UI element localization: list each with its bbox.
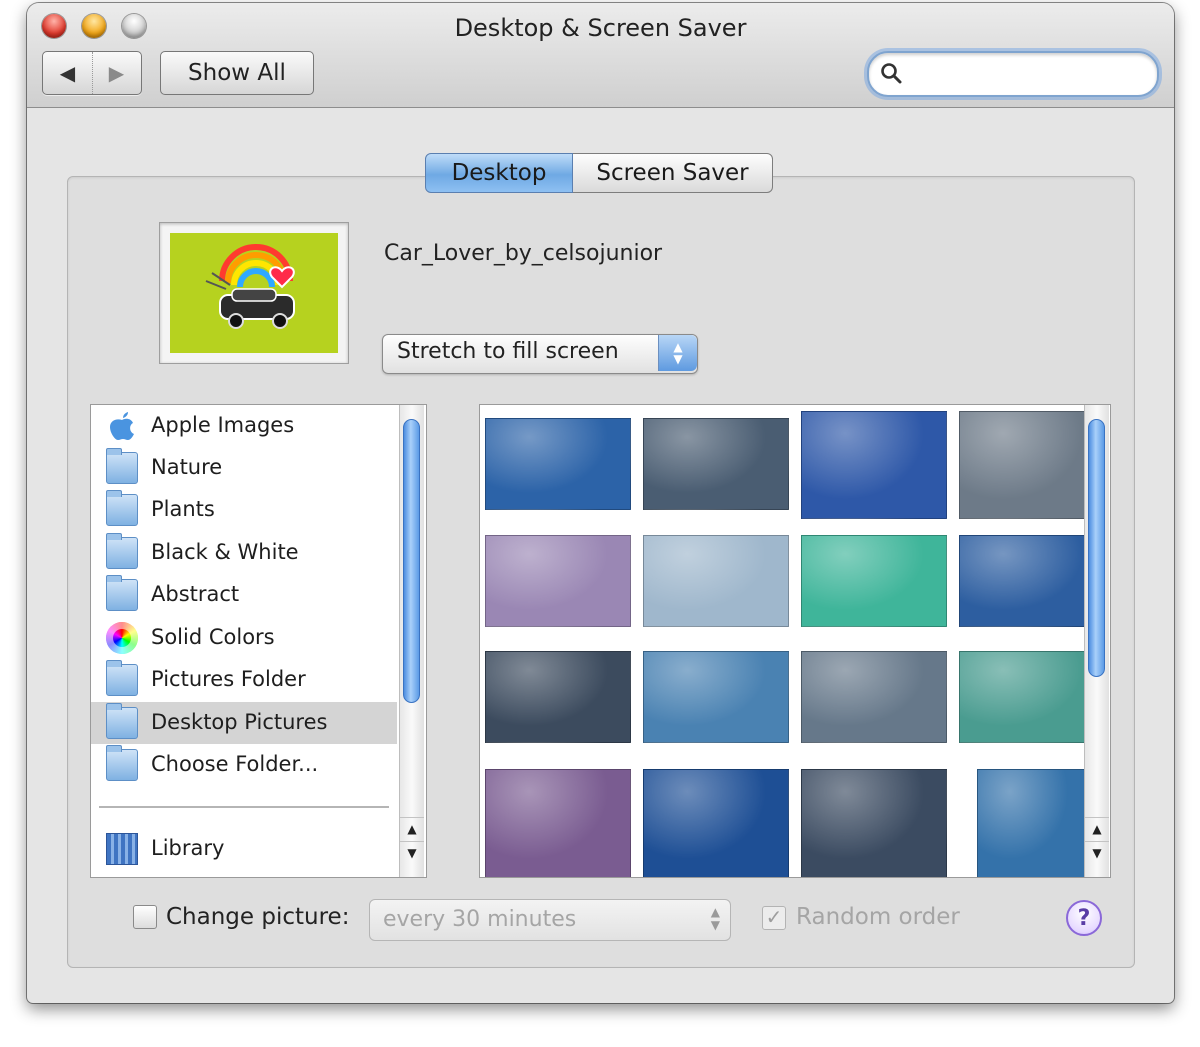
scroll-up-arrow-icon[interactable]: ▲ [400, 817, 424, 840]
source-item-black-white[interactable]: Black & White [91, 532, 397, 574]
window-title: Desktop & Screen Saver [454, 14, 747, 42]
source-item-choose-folder[interactable]: Choose Folder... [91, 744, 397, 786]
source-item-desktop-pictures[interactable]: Desktop Pictures [91, 702, 397, 744]
change-interval-popup[interactable]: every 30 minutes ▲ ▼ [369, 899, 731, 941]
wallpaper-thumbnail[interactable] [643, 769, 789, 877]
source-item-solid-colors[interactable]: Solid Colors [91, 617, 397, 659]
source-item-label: Black & White [151, 540, 299, 564]
desktop-picture-grid: ▲ ▼ [479, 404, 1111, 878]
source-item-abstract[interactable]: Abstract [91, 574, 397, 616]
wallpaper-thumbnail[interactable] [485, 769, 631, 877]
forward-button[interactable]: ▶ [92, 52, 141, 94]
tab-bar: Desktop Screen Saver [425, 153, 773, 193]
back-forward-control: ◀ ▶ [42, 51, 142, 95]
source-item-label: Library [151, 836, 225, 860]
apple-icon [110, 412, 134, 440]
source-item-label: Apple Images [151, 413, 295, 437]
source-item-nature[interactable]: Nature [91, 447, 397, 489]
library-icon [106, 833, 138, 865]
popup-arrows-icon: ▲ ▼ [658, 335, 697, 371]
wallpaper-thumbnail[interactable] [643, 651, 789, 743]
scroll-down-arrow-icon[interactable]: ▼ [400, 841, 424, 864]
scrollbar-thumb[interactable] [1088, 419, 1105, 677]
wallpaper-thumbnail[interactable] [643, 535, 789, 627]
change-interval-value: every 30 minutes [383, 907, 577, 932]
source-item-label: Desktop Pictures [151, 710, 328, 734]
checkmark-icon: ✓ [765, 905, 783, 929]
current-picture-name: Car_Lover_by_celsojunior [384, 241, 663, 266]
scroll-down-arrow-icon[interactable]: ▼ [1085, 841, 1109, 864]
wallpaper-thumbnail[interactable] [643, 418, 789, 510]
source-item-label: Choose Folder... [151, 752, 319, 776]
desktop-preview-well[interactable] [159, 222, 349, 364]
preferences-window: Desktop & Screen Saver ◀ ▶ Show All Desk… [27, 3, 1174, 1003]
source-item-label: Solid Colors [151, 625, 275, 649]
random-order-label: Random order [796, 904, 960, 930]
source-item-pictures-folder[interactable]: Pictures Folder [91, 659, 397, 701]
folder-icon [106, 490, 138, 526]
car-lover-artwork [170, 233, 338, 353]
source-item-label: Plants [151, 497, 215, 521]
source-item-label: Nature [151, 455, 223, 479]
question-mark-icon: ? [1077, 905, 1091, 931]
wallpaper-thumbnail[interactable] [801, 411, 947, 519]
source-item-label: Abstract [151, 582, 240, 606]
back-arrow-icon: ◀ [59, 61, 76, 85]
wallpaper-thumbnail[interactable] [801, 535, 947, 627]
fit-mode-popup[interactable]: Stretch to fill screen ▲ ▼ [382, 334, 698, 374]
tab-desktop[interactable]: Desktop [425, 153, 573, 193]
color-wheel-icon [106, 622, 138, 654]
magnifier-icon [881, 63, 902, 84]
picture-grid-scrollbar[interactable]: ▲ ▼ [1084, 405, 1109, 877]
folder-icon [106, 703, 138, 739]
folder-icon [106, 745, 138, 781]
wallpaper-thumbnail[interactable] [485, 418, 631, 510]
wallpaper-thumbnail[interactable] [801, 651, 947, 743]
change-picture-checkbox[interactable] [133, 905, 157, 929]
search-field[interactable] [867, 51, 1159, 97]
wallpaper-thumbnail[interactable] [485, 535, 631, 627]
wallpaper-thumbnail[interactable] [485, 651, 631, 743]
source-list-divider [99, 806, 389, 808]
source-item-plants[interactable]: Plants [91, 489, 397, 531]
source-list-scrollbar[interactable]: ▲ ▼ [399, 405, 424, 877]
help-button[interactable]: ? [1066, 900, 1102, 936]
folder-icon [106, 533, 138, 569]
change-picture-label: Change picture: [166, 904, 350, 930]
wallpaper-thumbnail[interactable] [801, 769, 947, 877]
search-input[interactable] [909, 59, 1143, 89]
source-item-library[interactable]: Library [91, 828, 397, 870]
scrollbar-thumb[interactable] [403, 419, 420, 703]
folder-icon [106, 575, 138, 611]
pictures-folder-icon [106, 660, 138, 696]
wallpaper-thumbnail[interactable] [977, 769, 1085, 877]
forward-arrow-icon: ▶ [108, 61, 125, 85]
wallpaper-preview-image [170, 233, 338, 353]
scroll-up-arrow-icon[interactable]: ▲ [1085, 817, 1109, 840]
source-item-apple-images[interactable]: Apple Images [91, 405, 397, 447]
source-item-label: Pictures Folder [151, 667, 306, 691]
tab-screen-saver[interactable]: Screen Saver [573, 153, 773, 193]
show-all-button[interactable]: Show All [160, 51, 314, 95]
fit-mode-value: Stretch to fill screen [397, 339, 619, 364]
random-order-checkbox[interactable]: ✓ [762, 906, 786, 930]
popup-arrows-icon: ▲ ▼ [710, 905, 720, 932]
picture-source-list: Apple Images Nature Plants Black & White… [90, 404, 427, 878]
window-toolbar: Desktop & Screen Saver ◀ ▶ Show All [27, 3, 1174, 108]
back-button[interactable]: ◀ [43, 52, 93, 94]
folder-icon [106, 448, 138, 484]
